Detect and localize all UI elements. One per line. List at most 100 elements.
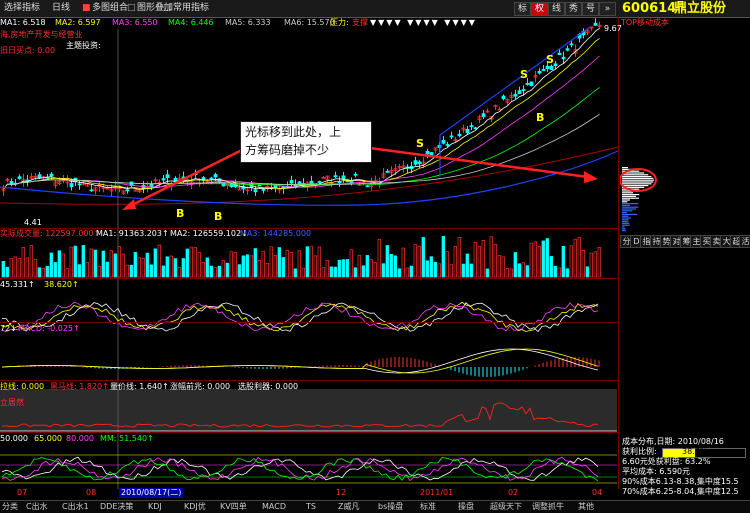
formula-tab[interactable]: 调整抓牛 <box>532 501 564 513</box>
volume-bar <box>313 255 317 278</box>
volume-bar <box>529 242 533 278</box>
sell-signal-icon: S <box>416 137 424 150</box>
chip-bar <box>622 201 628 203</box>
volume-bar <box>253 248 257 278</box>
volume-bar <box>77 264 81 278</box>
volume-bar <box>33 258 37 278</box>
volume-bar <box>5 266 9 278</box>
formula-tab[interactable]: C出水 <box>26 501 48 513</box>
volume-bar <box>445 251 449 278</box>
chip-bar <box>622 226 625 228</box>
arrow-line <box>127 147 245 209</box>
candle-body <box>469 125 474 128</box>
formula-tab[interactable]: DDE决策 <box>100 501 133 513</box>
volume-bar <box>153 248 157 278</box>
chip-bar <box>622 199 630 201</box>
stock-code: 600614 <box>622 1 677 16</box>
candle-body <box>549 65 554 71</box>
volume-bar <box>177 267 181 278</box>
chip-bar <box>622 177 654 179</box>
chip-bar <box>622 203 639 205</box>
volume-bar <box>349 249 353 278</box>
common-indicator-button[interactable]: 常用指标 <box>171 2 211 14</box>
multi-chart-button[interactable]: 多图组合 <box>90 2 130 14</box>
cost-label: TOP移动成本 <box>621 18 670 27</box>
volume-bar <box>25 257 29 278</box>
candle-body <box>213 174 218 178</box>
candle-body <box>69 183 74 188</box>
rights-toggle[interactable]: 权 <box>531 2 548 16</box>
candle-body <box>417 161 422 164</box>
volume-bar <box>29 245 33 278</box>
candle-body <box>517 90 522 94</box>
chevron-icon[interactable]: » <box>599 2 616 16</box>
volume-bar <box>237 264 241 278</box>
volume-bar <box>65 268 69 278</box>
volume-bar <box>501 256 505 278</box>
volume-bar <box>329 266 333 278</box>
volume-bar <box>217 265 221 278</box>
volume-title: 实际成交量: 122597.000↑ <box>0 229 101 238</box>
chart-right-border <box>618 17 619 489</box>
formula-tab[interactable]: 分类 <box>2 501 18 513</box>
formula-tab[interactable]: MACD <box>262 501 286 513</box>
kdj-line <box>1 301 599 332</box>
candle-body <box>333 175 338 178</box>
show-toggle[interactable]: 秀 <box>565 2 582 16</box>
volume-bar <box>481 240 485 278</box>
chip-bar <box>622 176 652 178</box>
volume-bar <box>205 257 209 278</box>
volume-bar <box>41 267 45 278</box>
formula-tab[interactable]: KDJ优 <box>184 501 206 513</box>
formula-tab[interactable]: 其他 <box>578 501 594 513</box>
macd-value-a: 72↓ <box>0 324 17 333</box>
candle-body <box>441 140 446 144</box>
volume-bar <box>429 256 433 278</box>
volume-bar <box>293 268 297 278</box>
volume-bar <box>317 246 321 278</box>
select-indicator-button[interactable]: 选择指标 <box>2 2 42 14</box>
volume-bar <box>197 252 201 278</box>
volume-bar <box>281 257 285 278</box>
candle-body <box>365 185 370 188</box>
volume-bar <box>321 267 325 278</box>
volume-bar <box>341 259 345 278</box>
volume-bar <box>97 265 101 278</box>
candle-body <box>161 178 166 181</box>
formula-tab[interactable]: TS <box>306 501 316 513</box>
volume-bar <box>425 260 429 278</box>
formula-tab[interactable]: Z威凡 <box>338 501 359 513</box>
chart-canvas[interactable]: S S S B B B <box>0 17 620 489</box>
callout-line1: 光标移到此处，上 <box>245 125 342 139</box>
volume-bar <box>285 250 289 278</box>
candle-body <box>125 189 130 192</box>
number-toggle[interactable]: 号 <box>582 2 599 16</box>
formula-tab[interactable]: C出水1 <box>62 501 89 513</box>
low-price-label: 4.41 <box>24 218 42 227</box>
mark-toggle[interactable]: 标 <box>514 2 531 16</box>
panel-divider <box>0 278 618 279</box>
formula-tab[interactable]: 标准 <box>420 501 436 513</box>
volume-bar <box>141 257 145 278</box>
indicator-tab[interactable]: 活 <box>739 235 750 248</box>
period-button[interactable]: 日线 <box>50 2 72 14</box>
formula-tab[interactable]: bs操盘 <box>378 501 403 513</box>
formula-tab[interactable]: 超级天下 <box>490 501 522 513</box>
macd-line <box>1 348 599 374</box>
chip-bar <box>622 221 629 223</box>
formula-tab[interactable]: 操盘 <box>458 501 474 513</box>
chip-bar <box>622 181 654 183</box>
formula-tab[interactable]: KV四单 <box>220 501 247 513</box>
buy-signal-icon: B <box>536 111 544 124</box>
volume-bar <box>533 241 537 278</box>
sub4-tag: 立居然 <box>0 398 24 407</box>
right-panel <box>620 17 750 489</box>
volume-bar <box>137 257 141 278</box>
cost-90-range: 90%成本6.13-8.38,集中度15.5 <box>622 477 739 486</box>
candle-body <box>529 81 534 87</box>
formula-tab[interactable]: KDJ <box>148 501 162 513</box>
volume-bar <box>189 246 193 278</box>
line-toggle[interactable]: 线 <box>548 2 565 16</box>
chip-bar <box>622 224 630 226</box>
x-axis-label: 12 <box>336 488 347 497</box>
